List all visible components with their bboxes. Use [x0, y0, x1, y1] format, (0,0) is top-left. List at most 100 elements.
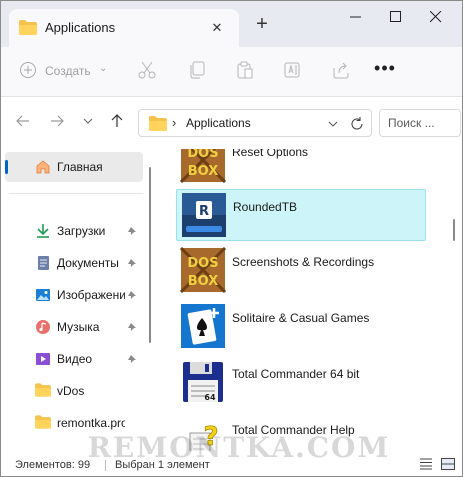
- solitaire-icon: [180, 303, 226, 349]
- totalcmd-icon: 64: [180, 359, 226, 405]
- command-bar: Создать ⌄ •••: [1, 47, 462, 97]
- documents-icon: [35, 255, 51, 271]
- file-name: RoundedTB: [233, 200, 298, 214]
- sidebar-item-video[interactable]: Видео: [5, 345, 143, 373]
- refresh-icon[interactable]: [349, 116, 365, 135]
- dosbox-icon: DOS BOX: [179, 149, 227, 184]
- sidebar-item-downloads[interactable]: Загрузки: [5, 217, 143, 245]
- sidebar-item-documents[interactable]: Документы: [5, 249, 143, 277]
- item-count: Элементов: 99: [15, 459, 91, 471]
- sidebar-scrollbar[interactable]: [149, 167, 151, 343]
- minimize-button[interactable]: [336, 6, 376, 28]
- plus-circle-icon: [20, 62, 36, 78]
- home-icon: [35, 159, 51, 178]
- details-view-icon[interactable]: [419, 458, 433, 470]
- tab-applications[interactable]: Applications ✕: [9, 9, 239, 47]
- search-placeholder: Поиск ...: [388, 116, 435, 130]
- sidebar-item-label: Музыка: [57, 320, 100, 334]
- list-item[interactable]: 64 Total Commander 64 bit: [176, 357, 426, 409]
- status-separator: [105, 460, 106, 471]
- file-name: Total Commander 64 bit: [232, 367, 360, 381]
- sidebar-item-label: Главная: [57, 160, 103, 174]
- list-item[interactable]: ? Total Commander Help: [176, 413, 426, 451]
- forward-arrow-icon[interactable]: [49, 113, 69, 133]
- sidebar-item-label: remontka.pro: [57, 416, 125, 430]
- close-window-button[interactable]: [416, 6, 456, 28]
- navigation-pane: Главная Загрузки Документы Изображения М…: [1, 149, 161, 451]
- folder-icon: [35, 415, 51, 431]
- selection-count: Выбран 1 элемент: [115, 459, 210, 471]
- copy-icon[interactable]: [187, 60, 209, 82]
- close-icon: [430, 11, 442, 23]
- sidebar-item-label: Загрузки: [57, 224, 106, 238]
- file-name: Total Commander Help: [232, 423, 355, 437]
- roundedtb-icon: R: [181, 192, 227, 238]
- sidebar-item-vdos[interactable]: vDos: [5, 377, 143, 405]
- up-arrow-icon[interactable]: [109, 113, 129, 133]
- sidebar-item-label: vDos: [57, 384, 85, 398]
- svg-text:DOS: DOS: [187, 256, 218, 271]
- breadcrumb-separator[interactable]: ›: [172, 115, 176, 130]
- back-arrow-icon[interactable]: [15, 113, 35, 133]
- sidebar-item-home[interactable]: Главная: [5, 152, 143, 182]
- selection-accent: [5, 160, 8, 174]
- content-scrollbar[interactable]: [453, 219, 455, 241]
- maximize-button[interactable]: [376, 6, 416, 28]
- music-icon: [35, 319, 51, 335]
- folder-icon: [149, 116, 167, 134]
- rename-icon[interactable]: [283, 60, 305, 82]
- pin-icon: [127, 225, 137, 239]
- sidebar-item-label: Изображения: [57, 288, 125, 302]
- svg-text:DOS: DOS: [187, 149, 218, 161]
- paste-icon[interactable]: [235, 60, 257, 82]
- list-item[interactable]: DOS BOX Screenshots & Recordings: [176, 245, 426, 297]
- svg-text:BOX: BOX: [188, 274, 219, 289]
- navigation-row: › Applications Поиск ...: [1, 97, 462, 149]
- address-dropdown-chevron-icon[interactable]: [327, 118, 339, 133]
- svg-text:BOX: BOX: [188, 164, 219, 179]
- file-explorer-window: Applications ✕ + Создать ⌄ ••• › Applica…: [0, 0, 463, 477]
- search-input[interactable]: Поиск ...: [379, 109, 461, 137]
- file-list: DOS BOX Reset Options R RoundedTB DOS BOX …: [161, 149, 462, 451]
- minimize-icon: [350, 16, 361, 18]
- breadcrumb-applications[interactable]: Applications: [186, 116, 251, 130]
- svg-text:?: ?: [203, 422, 218, 451]
- download-icon: [35, 223, 51, 239]
- video-icon: [35, 351, 51, 367]
- sidebar-item-pictures[interactable]: Изображения: [5, 281, 143, 309]
- list-item[interactable]: DOS BOX Reset Options: [176, 149, 426, 187]
- help-icon: ?: [180, 415, 226, 451]
- list-item[interactable]: Solitaire & Casual Games: [176, 301, 426, 353]
- dosbox-icon: DOS BOX: [179, 246, 227, 294]
- title-bar: Applications ✕ +: [1, 1, 462, 47]
- maximize-icon: [390, 11, 401, 22]
- file-name: Screenshots & Recordings: [232, 255, 375, 269]
- sidebar-item-music[interactable]: Музыка: [5, 313, 143, 341]
- tiles-view-icon[interactable]: [441, 458, 455, 470]
- close-tab-icon[interactable]: ✕: [207, 18, 227, 38]
- sidebar-divider: [9, 193, 143, 194]
- chevron-down-icon: ⌄: [99, 63, 108, 74]
- pin-icon: [127, 289, 137, 303]
- file-name: Reset Options: [232, 149, 309, 159]
- cut-icon[interactable]: [137, 60, 159, 82]
- status-bar: Элементов: 99 Выбран 1 элемент: [1, 451, 462, 476]
- pictures-icon: [35, 287, 51, 303]
- more-options-button[interactable]: •••: [373, 59, 397, 83]
- svg-text:64: 64: [204, 393, 216, 402]
- create-button[interactable]: Создать ⌄: [19, 61, 107, 81]
- folder-icon: [35, 383, 51, 399]
- list-item[interactable]: R RoundedTB: [176, 189, 426, 241]
- sidebar-item-label: Видео: [57, 352, 93, 366]
- sidebar-item-remontka[interactable]: remontka.pro: [5, 409, 143, 437]
- recent-locations-chevron-icon[interactable]: [81, 113, 101, 133]
- pin-icon: [127, 321, 137, 335]
- svg-text:R: R: [199, 204, 209, 219]
- sidebar-item-label: Документы: [57, 256, 119, 270]
- share-icon[interactable]: [331, 60, 353, 82]
- new-tab-button[interactable]: +: [251, 13, 273, 35]
- file-name: Solitaire & Casual Games: [232, 311, 370, 325]
- address-bar[interactable]: › Applications: [138, 109, 372, 137]
- tab-title: Applications: [45, 20, 116, 35]
- create-label: Создать: [45, 64, 91, 78]
